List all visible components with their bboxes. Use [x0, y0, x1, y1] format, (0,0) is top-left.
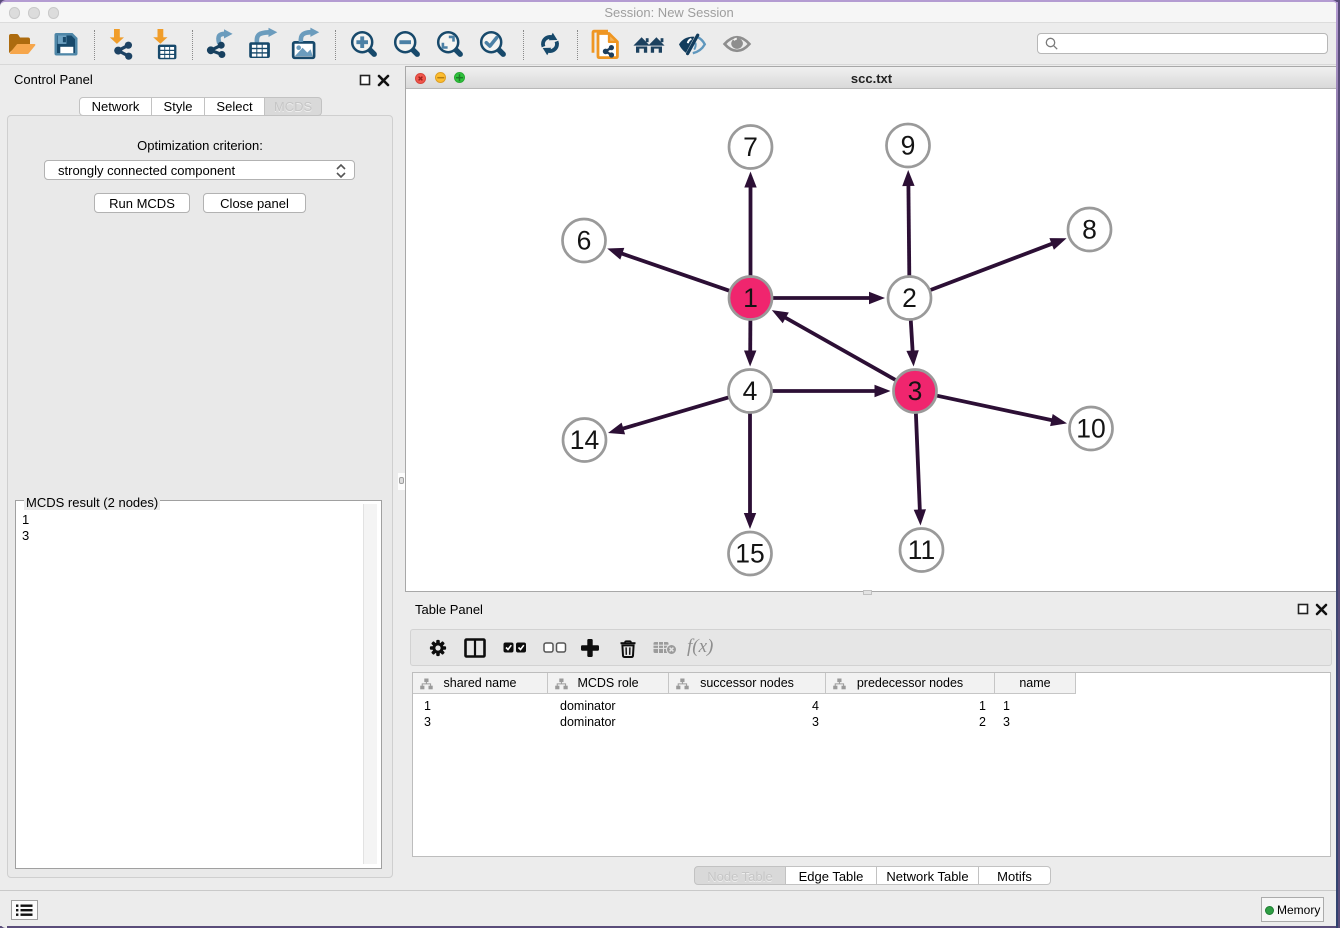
svg-text:11: 11: [908, 535, 936, 565]
svg-text:14: 14: [570, 425, 599, 455]
svg-text:2: 2: [902, 283, 917, 313]
svg-text:9: 9: [901, 131, 916, 161]
svg-text:15: 15: [735, 539, 764, 569]
svg-text:8: 8: [1082, 215, 1097, 245]
svg-text:1: 1: [743, 283, 758, 313]
svg-text:7: 7: [743, 132, 758, 162]
svg-text:3: 3: [908, 376, 923, 406]
svg-text:6: 6: [577, 226, 592, 256]
svg-text:4: 4: [743, 376, 758, 406]
svg-text:10: 10: [1076, 414, 1105, 444]
